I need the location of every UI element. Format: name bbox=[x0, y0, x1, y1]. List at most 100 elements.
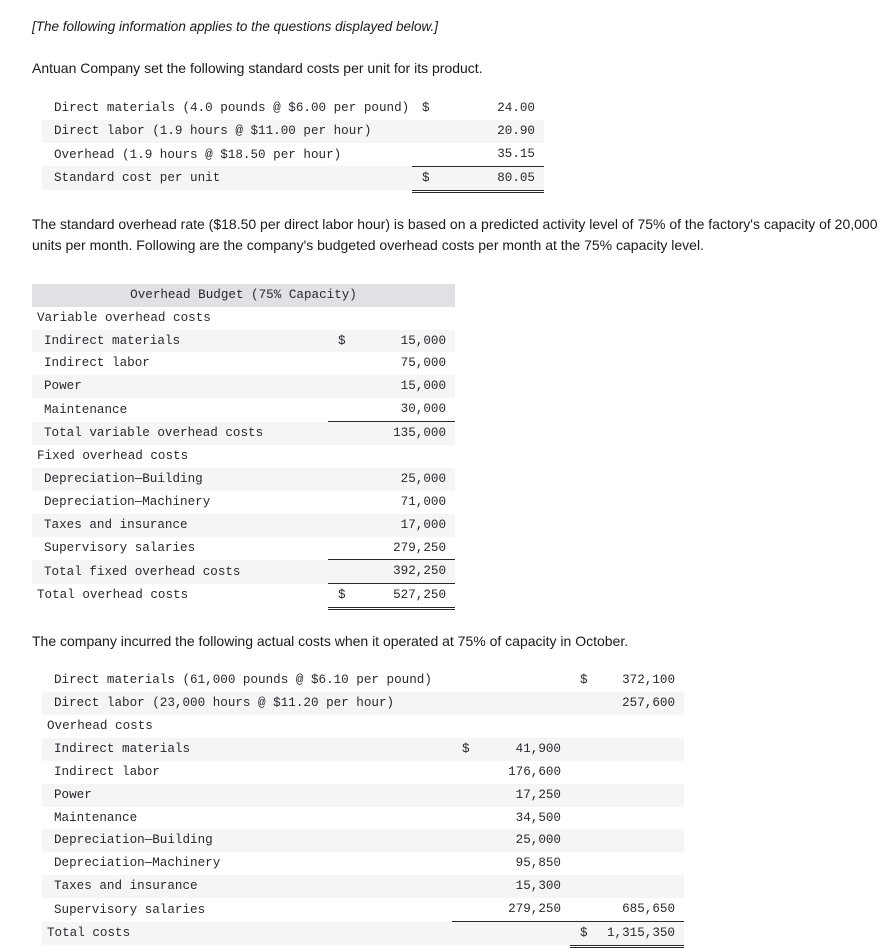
table-total-row: Total costs $1,315,350 bbox=[42, 921, 684, 948]
row-label: Total variable overhead costs bbox=[44, 426, 264, 441]
row-label: Depreciation—Building bbox=[44, 471, 203, 486]
amount-value: 15,000 bbox=[400, 333, 447, 348]
amount-value: 95,850 bbox=[515, 856, 561, 871]
row-label: Total fixed overhead costs bbox=[44, 564, 241, 579]
row-amount: 25,000 bbox=[328, 468, 455, 491]
amount-value: 75,000 bbox=[400, 356, 447, 371]
problem-page: [The following information applies to th… bbox=[0, 0, 896, 948]
row-label: Overhead (1.9 hours @ $18.50 per hour) bbox=[54, 147, 342, 162]
amount-value: 34,500 bbox=[515, 810, 561, 825]
amount-value: 24.00 bbox=[497, 101, 535, 116]
table-row: Taxes and insurance 15,300 bbox=[42, 875, 684, 899]
row-amount: $527,250 bbox=[328, 583, 456, 612]
amount-value: 41,900 bbox=[515, 741, 561, 756]
row-outer-amount bbox=[570, 715, 684, 738]
row-label: Depreciation—Machinery bbox=[44, 494, 211, 509]
amount-value: 372,100 bbox=[622, 673, 675, 688]
table-row: Power 17,250 bbox=[42, 783, 684, 807]
section-header-row: Variable overhead costs bbox=[32, 307, 455, 330]
amount-value: 71,000 bbox=[400, 494, 447, 509]
row-inner-amount: 15,300 bbox=[452, 875, 570, 898]
row-amount: 71,000 bbox=[328, 491, 455, 514]
row-label: Maintenance bbox=[54, 810, 138, 825]
currency-symbol: $ bbox=[422, 101, 430, 116]
row-amount: 135,000 bbox=[328, 421, 456, 446]
section-label: Overhead costs bbox=[47, 719, 153, 734]
row-label: Power bbox=[44, 379, 82, 394]
row-label: Total costs bbox=[47, 926, 131, 941]
amount-value: 257,600 bbox=[622, 696, 675, 711]
row-amount: 392,250 bbox=[328, 559, 456, 584]
table-row: Direct labor (1.9 hours @ $11.00 per hou… bbox=[42, 120, 544, 143]
row-inner-amount: 176,600 bbox=[452, 761, 570, 784]
currency-symbol: $ bbox=[580, 673, 588, 688]
actual-costs-table: Direct materials (61,000 pounds @ $6.10 … bbox=[42, 669, 684, 948]
row-inner-amount: 34,500 bbox=[452, 807, 570, 830]
amount-value: 15,300 bbox=[515, 879, 561, 894]
section-label: Variable overhead costs bbox=[37, 310, 211, 325]
table-row: Supervisory salaries 279,250 bbox=[32, 537, 455, 560]
row-outer-amount bbox=[570, 829, 684, 852]
table-row: Depreciation—Building 25,000 bbox=[32, 467, 456, 491]
amount-value: 35.15 bbox=[497, 147, 535, 161]
row-outer-amount: $1,315,350 bbox=[570, 921, 684, 948]
table-row: Indirect labor 176,600 bbox=[42, 761, 684, 784]
row-amount: 30,000 bbox=[328, 398, 455, 421]
row-label: Supervisory salaries bbox=[54, 902, 206, 917]
row-outer-amount bbox=[570, 761, 684, 784]
row-label: Indirect labor bbox=[44, 356, 150, 371]
table-row: Indirect labor 75,000 bbox=[32, 352, 455, 375]
table-row: Power 15,000 bbox=[32, 375, 456, 399]
amount-value: 135,000 bbox=[393, 426, 447, 441]
row-outer-amount bbox=[570, 807, 684, 830]
row-inner-amount bbox=[452, 692, 570, 715]
table-row: Indirect materials $15,000 bbox=[32, 329, 456, 353]
row-outer-amount: 257,600 bbox=[570, 692, 684, 715]
table-subtotal-row: Total fixed overhead costs 392,250 bbox=[32, 559, 456, 584]
row-label: Taxes and insurance bbox=[44, 517, 188, 532]
amount-value: 80.05 bbox=[497, 170, 535, 185]
row-inner-amount: 279,250 bbox=[452, 898, 570, 921]
standard-cost-per-unit-table: Direct materials (4.0 pounds @ $6.00 per… bbox=[42, 97, 544, 194]
table-total-row: Standard cost per unit $80.05 bbox=[42, 165, 544, 194]
currency-symbol: $ bbox=[580, 926, 588, 941]
currency-symbol: $ bbox=[338, 333, 346, 348]
section-label: Fixed overhead costs bbox=[37, 449, 189, 464]
table-row: Supervisory salaries 279,250 685,650 bbox=[42, 898, 684, 921]
table-row: Taxes and insurance 17,000 bbox=[32, 513, 456, 537]
amount-value: 1,315,350 bbox=[606, 926, 675, 941]
row-amount bbox=[328, 445, 455, 468]
row-amount: $15,000 bbox=[328, 330, 455, 353]
row-label: Depreciation—Machinery bbox=[54, 856, 221, 871]
table-row: Direct labor (23,000 hours @ $11.20 per … bbox=[42, 692, 684, 716]
row-amount: 20.90 bbox=[412, 120, 544, 143]
table-row: Indirect materials $41,900 bbox=[42, 737, 684, 761]
amount-value: 279,250 bbox=[393, 540, 447, 555]
amount-value: 15,000 bbox=[400, 379, 447, 394]
row-label: Taxes and insurance bbox=[54, 879, 198, 894]
row-label: Depreciation—Building bbox=[54, 833, 213, 848]
amount-value: 17,250 bbox=[515, 787, 561, 802]
row-inner-amount: $41,900 bbox=[452, 738, 570, 761]
row-amount: 15,000 bbox=[328, 375, 455, 398]
row-inner-amount: 95,850 bbox=[452, 852, 570, 875]
overhead-rate-paragraph: The standard overhead rate ($18.50 per d… bbox=[32, 215, 878, 253]
overhead-budget-table: Overhead Budget (75% Capacity) Variable … bbox=[32, 283, 456, 612]
row-inner-amount bbox=[452, 921, 570, 945]
amount-value: 25,000 bbox=[400, 471, 447, 486]
row-label: Supervisory salaries bbox=[44, 541, 196, 556]
row-label: Indirect materials bbox=[54, 741, 191, 756]
amount-value: 392,250 bbox=[393, 564, 447, 579]
amount-value: 279,250 bbox=[508, 902, 561, 917]
section-header-row: Overhead costs bbox=[42, 715, 684, 738]
table-row: Depreciation—Building 25,000 bbox=[42, 829, 684, 853]
table-subtotal-row: Total variable overhead costs 135,000 bbox=[32, 421, 456, 446]
actual-costs-paragraph: The company incurred the following actua… bbox=[32, 633, 629, 650]
amount-value: 685,650 bbox=[622, 902, 675, 917]
row-outer-amount bbox=[570, 784, 684, 807]
table-row: Maintenance 34,500 bbox=[42, 807, 684, 830]
row-inner-amount: 17,250 bbox=[452, 784, 570, 807]
row-outer-amount: $372,100 bbox=[570, 669, 684, 692]
row-label: Standard cost per unit bbox=[54, 170, 221, 185]
row-label: Direct materials (61,000 pounds @ $6.10 … bbox=[54, 673, 432, 688]
